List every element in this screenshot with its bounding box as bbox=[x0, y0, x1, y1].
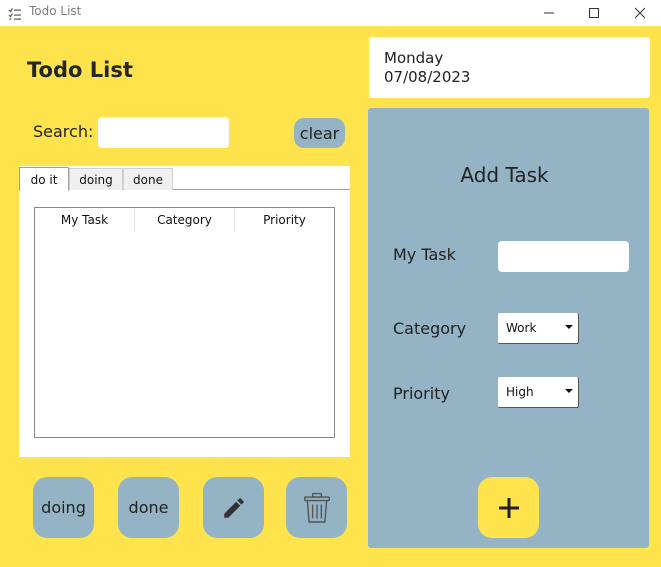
column-header-priority[interactable]: Priority bbox=[235, 208, 334, 232]
task-table[interactable]: My Task Category Priority bbox=[34, 207, 335, 438]
checklist-icon bbox=[8, 6, 22, 20]
chevron-down-icon bbox=[565, 389, 573, 393]
priority-selected-value: High bbox=[506, 385, 534, 399]
trash-icon bbox=[303, 492, 330, 523]
search-label: Search: bbox=[33, 122, 94, 141]
date-display: Monday 07/08/2023 bbox=[369, 37, 650, 98]
tab-doing[interactable]: doing bbox=[69, 168, 123, 190]
chevron-down-icon bbox=[565, 325, 573, 329]
move-to-done-button[interactable]: done bbox=[118, 477, 179, 538]
tab-do-it[interactable]: do it bbox=[19, 167, 69, 191]
close-icon bbox=[634, 7, 646, 19]
priority-label: Priority bbox=[393, 384, 450, 403]
add-task-button[interactable] bbox=[478, 477, 539, 538]
add-task-title: Add Task bbox=[460, 163, 549, 187]
maximize-button[interactable] bbox=[571, 0, 617, 26]
delete-button[interactable] bbox=[286, 477, 347, 538]
minimize-button[interactable] bbox=[526, 0, 572, 26]
task-label: My Task bbox=[393, 245, 456, 264]
clear-button[interactable]: clear bbox=[294, 118, 345, 148]
page-title: Todo List bbox=[27, 58, 133, 82]
column-header-category[interactable]: Category bbox=[135, 208, 235, 232]
date-value: 07/08/2023 bbox=[384, 68, 471, 86]
column-header-my-task[interactable]: My Task bbox=[35, 208, 135, 232]
tab-bar: do it doing done bbox=[19, 167, 350, 191]
priority-select[interactable]: High bbox=[498, 377, 579, 408]
plus-icon bbox=[498, 497, 519, 518]
category-label: Category bbox=[393, 319, 467, 338]
add-task-panel: Add Task My Task Category Work Priority … bbox=[368, 108, 649, 548]
table-header: My Task Category Priority bbox=[35, 208, 334, 232]
edit-button[interactable] bbox=[203, 477, 264, 538]
window-title: Todo List bbox=[29, 4, 82, 18]
tab-done[interactable]: done bbox=[123, 168, 173, 190]
maximize-icon bbox=[589, 8, 599, 18]
pencil-icon bbox=[223, 497, 244, 518]
minimize-icon bbox=[544, 12, 554, 14]
close-button[interactable] bbox=[617, 0, 661, 26]
date-day: Monday bbox=[384, 49, 444, 67]
title-bar: Todo List bbox=[0, 0, 661, 26]
task-tab-panel: do it doing done My Task Category Priori… bbox=[19, 166, 350, 457]
move-to-doing-button[interactable]: doing bbox=[33, 477, 94, 538]
task-input[interactable] bbox=[498, 241, 629, 272]
category-selected-value: Work bbox=[506, 321, 537, 335]
category-select[interactable]: Work bbox=[498, 313, 579, 344]
search-input[interactable] bbox=[98, 117, 229, 148]
